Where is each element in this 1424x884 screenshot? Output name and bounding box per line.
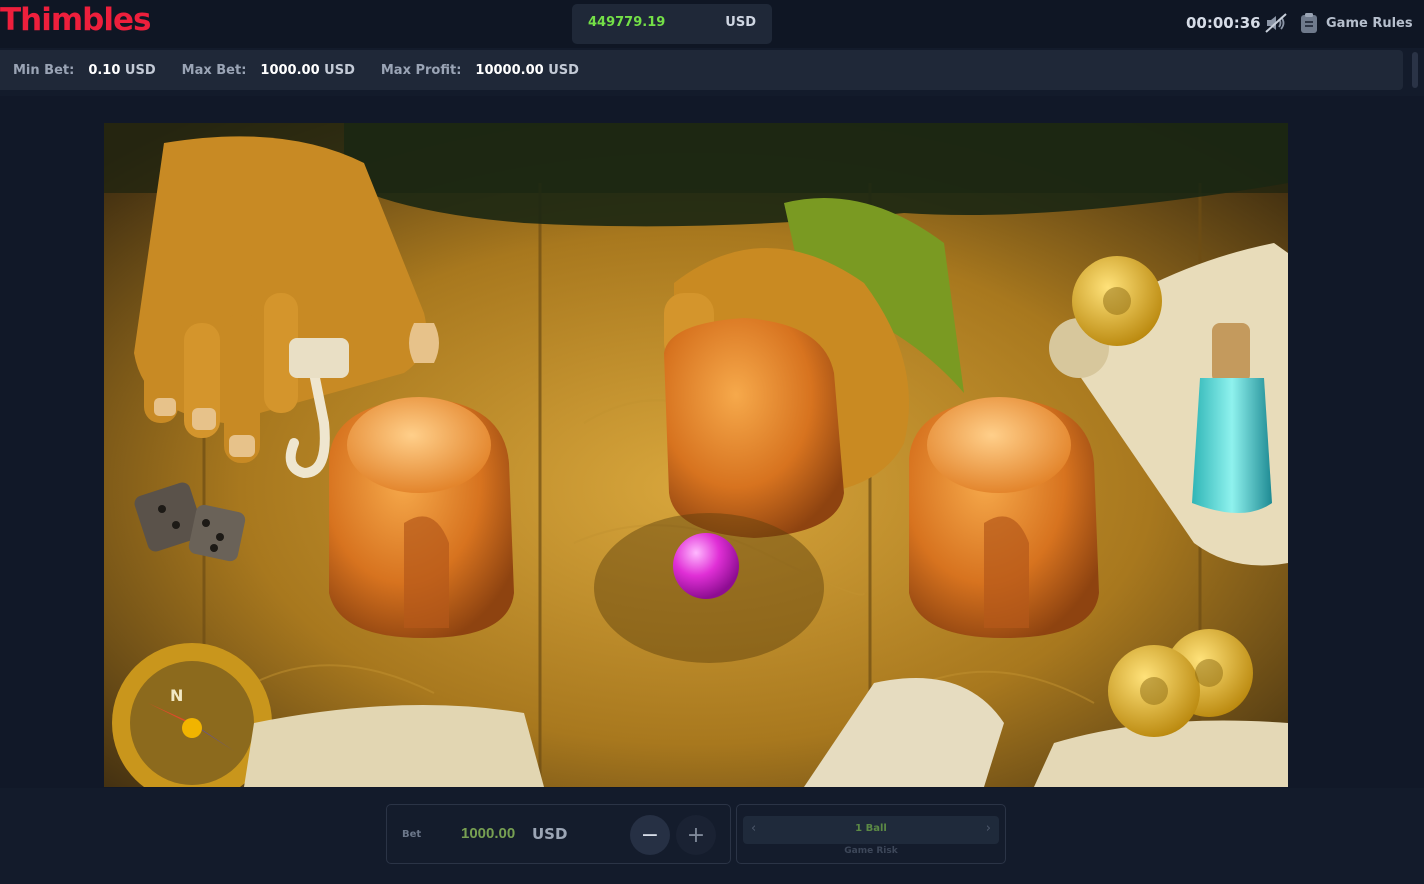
- top-bar: Thimbles 449779.19 USD 00:00:36 Game Rul…: [0, 0, 1424, 48]
- sound-toggle-button[interactable]: [1264, 12, 1288, 34]
- max-profit-currency: USD: [548, 62, 579, 78]
- bet-label: Bet: [402, 829, 422, 840]
- max-profit-info: Max Profit: 10000.00 USD: [381, 63, 579, 78]
- max-bet-label: Max Bet:: [181, 62, 247, 78]
- svg-text:N: N: [170, 686, 183, 705]
- thimble-cup-middle[interactable]: [664, 318, 844, 538]
- clipboard-icon: [1301, 13, 1317, 33]
- balance-currency: USD: [725, 15, 756, 30]
- balance-display: 449779.19 USD: [572, 4, 772, 44]
- plus-icon: +: [686, 822, 706, 848]
- bet-panel: Bet USD − +: [386, 804, 731, 864]
- bet-limits-bar: Min Bet: 0.10 USD Max Bet: 1000.00 USD M…: [0, 50, 1403, 90]
- game-scene[interactable]: N: [104, 123, 1288, 787]
- minus-icon: −: [640, 822, 660, 848]
- game-risk-panel: ‹ 1 Ball › Game Risk: [736, 804, 1006, 864]
- chevron-right-icon[interactable]: ›: [986, 821, 991, 836]
- game-logo: Thimbles: [0, 2, 151, 38]
- game-risk-value: 1 Ball: [855, 823, 887, 834]
- game-risk-selector[interactable]: ‹ 1 Ball ›: [743, 816, 999, 844]
- balance-value: 449779.19: [588, 15, 666, 30]
- max-profit-label: Max Profit:: [380, 62, 462, 78]
- min-bet-info: Min Bet: 0.10 USD: [13, 63, 156, 78]
- bet-amount-input[interactable]: [461, 825, 523, 842]
- max-bet-info: Max Bet: 1000.00 USD: [182, 63, 355, 78]
- thimble-cup-right[interactable]: [909, 397, 1099, 638]
- decrease-bet-button[interactable]: −: [630, 815, 670, 855]
- max-bet-currency: USD: [324, 62, 355, 78]
- increase-bet-button[interactable]: +: [676, 815, 716, 855]
- min-bet-value: 0.10: [88, 62, 121, 78]
- max-profit-value: 10000.00: [475, 62, 544, 78]
- min-bet-label: Min Bet:: [13, 62, 75, 78]
- game-rules-button[interactable]: Game Rules: [1300, 12, 1413, 34]
- game-rules-label: Game Rules: [1326, 15, 1413, 31]
- pink-ball: [673, 533, 739, 599]
- max-bet-value: 1000.00: [260, 62, 320, 78]
- bet-currency: USD: [532, 825, 568, 843]
- game-risk-caption: Game Risk: [844, 846, 898, 856]
- min-bet-currency: USD: [124, 62, 156, 78]
- sound-off-icon: [1265, 13, 1287, 33]
- treasure-map: [244, 705, 544, 787]
- thimble-cup-left[interactable]: [329, 397, 514, 638]
- limits-scrollbar[interactable]: [1412, 52, 1418, 88]
- session-timer: 00:00:36: [1186, 14, 1261, 32]
